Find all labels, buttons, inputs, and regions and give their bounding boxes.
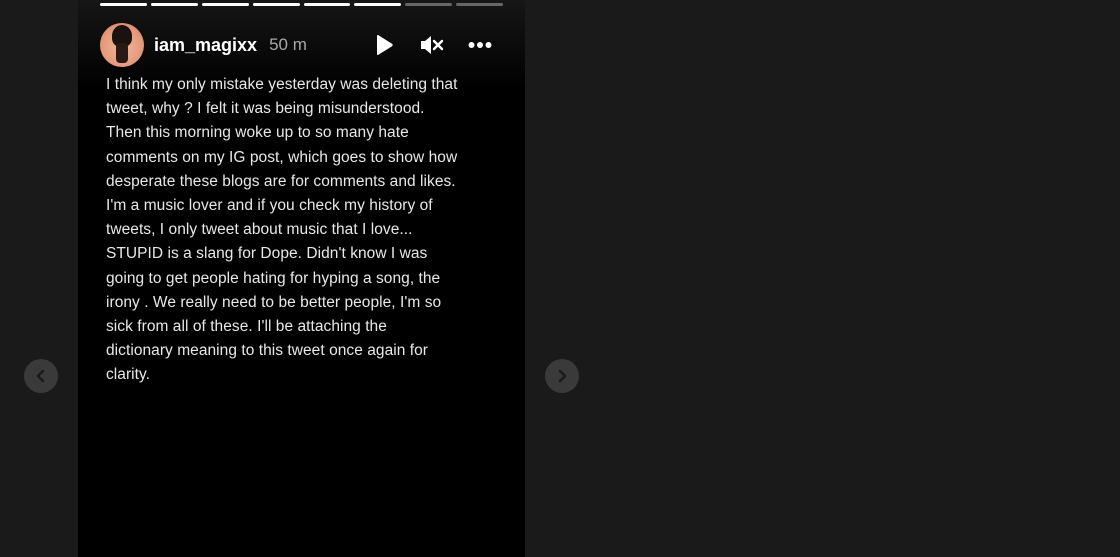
story-viewer: iam_magixx 50 m I think my only mistake … (0, 0, 1120, 557)
next-story-button[interactable] (545, 359, 579, 393)
progress-segment (354, 3, 402, 6)
progress-segment (405, 3, 453, 6)
story-card[interactable]: iam_magixx 50 m I think my only mistake … (78, 0, 525, 557)
play-button[interactable] (371, 32, 397, 58)
more-options-icon (468, 42, 492, 48)
muted-speaker-icon (421, 36, 444, 54)
progress-segment (252, 3, 300, 6)
story-header: iam_magixx 50 m (100, 23, 503, 67)
progress-segment (201, 3, 249, 6)
mute-button[interactable] (419, 32, 445, 58)
timestamp: 50 m (269, 35, 307, 54)
progress-segment (456, 3, 503, 6)
previous-story-button[interactable] (24, 359, 58, 393)
story-controls (371, 32, 503, 58)
more-options-button[interactable] (467, 32, 493, 58)
progress-segment (100, 3, 147, 6)
chevron-left-icon (36, 369, 45, 383)
story-text: I think my only mistake yesterday was de… (106, 76, 458, 384)
chevron-right-icon (558, 369, 567, 383)
progress-segment (150, 3, 198, 6)
username[interactable]: iam_magixx (154, 35, 257, 56)
profile-avatar[interactable] (100, 23, 144, 67)
story-progress-bar (100, 3, 503, 6)
progress-segment (303, 3, 351, 6)
play-icon (377, 35, 393, 55)
